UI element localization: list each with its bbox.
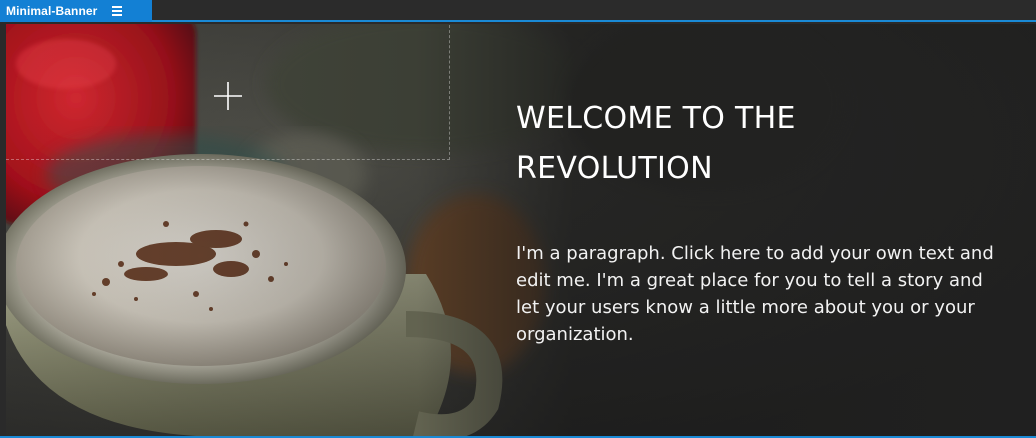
plus-icon[interactable]	[213, 81, 243, 111]
section-name-label: Minimal-Banner	[6, 4, 98, 18]
hamburger-menu-icon[interactable]	[111, 6, 123, 16]
banner-paragraph[interactable]: I'm a paragraph. Click here to add your …	[516, 240, 996, 348]
banner-heading[interactable]: WELCOME TO THE REVOLUTION	[516, 94, 996, 194]
section-name-tag[interactable]: Minimal-Banner	[0, 0, 152, 22]
editor-canvas: Minimal-Banner WELCOME TO THE REVOLUTION…	[0, 0, 1036, 438]
section-label-bar: Minimal-Banner	[0, 0, 1036, 22]
minimal-banner-section[interactable]: WELCOME TO THE REVOLUTION I'm a paragrap…	[6, 24, 1036, 436]
empty-strip-add-area[interactable]	[6, 25, 450, 160]
